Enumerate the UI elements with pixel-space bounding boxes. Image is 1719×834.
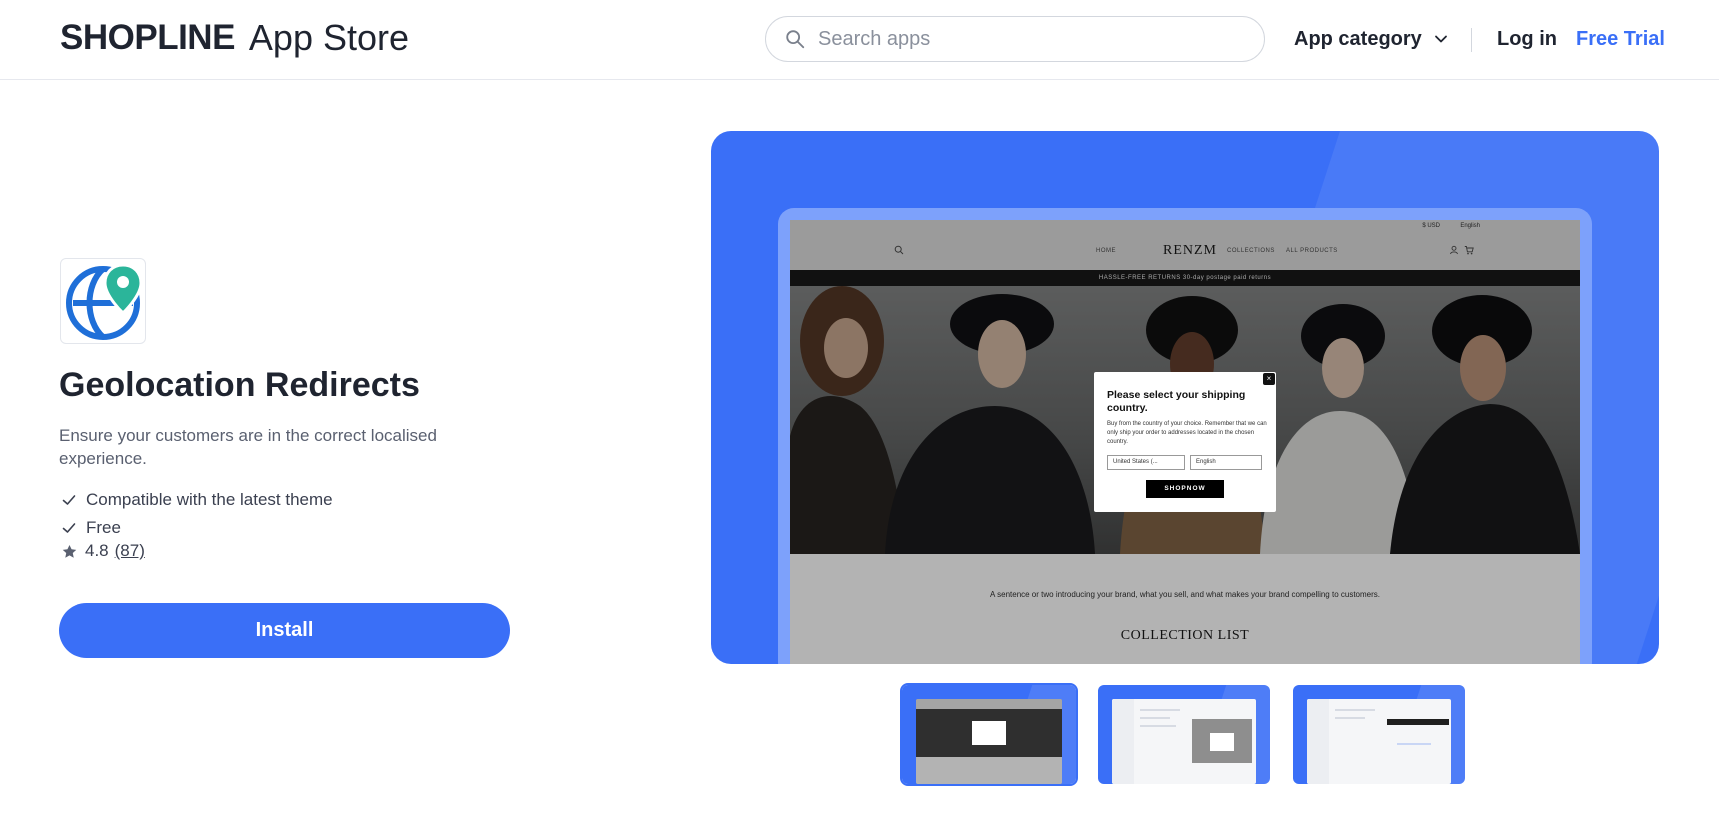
store-promo-bar: HASSLE-FREE RETURNS 30-day postage paid …: [790, 270, 1580, 286]
shop-now-button: SHOPNOW: [1146, 480, 1224, 498]
store-nav-home: HOME: [1096, 248, 1116, 254]
logo-app-store: App Store: [248, 17, 410, 58]
login-link[interactable]: Log in: [1497, 24, 1557, 54]
install-button[interactable]: Install: [59, 603, 510, 658]
modal-title: Please select your shipping country.: [1107, 389, 1246, 414]
feature-compatible: Compatible with the latest theme: [62, 490, 333, 510]
store-nav-all-products: ALL PRODUCTS: [1286, 248, 1338, 254]
chevron-down-icon: [1434, 35, 1447, 43]
store-nav-collections: COLLECTIONS: [1227, 248, 1275, 254]
feature-label: Free: [86, 518, 121, 537]
app-icon: [60, 258, 146, 344]
language-select: English: [1190, 455, 1262, 470]
store-body: [790, 554, 1580, 664]
feature-free: Free: [62, 518, 121, 538]
thumbnail-2[interactable]: [1098, 685, 1270, 784]
modal-text: Buy from the country of your choice. Rem…: [1107, 421, 1267, 445]
country-selector-modal: × Please select your shipping country. B…: [1094, 372, 1276, 512]
top-header: SHOPLINE App Store App category Log in F…: [0, 0, 1719, 80]
user-icon: [1450, 245, 1458, 255]
app-category-dropdown[interactable]: App category: [1294, 24, 1448, 54]
check-icon: [62, 523, 76, 533]
search-icon: [786, 30, 805, 49]
app-title: Geolocation Redirects: [59, 366, 420, 404]
thumbnail-preview: [916, 699, 1062, 784]
main-screenshot: $ USD English HOME RENZM COLLECTIONS ALL…: [711, 131, 1659, 664]
app-description: Ensure your customers are in the correct…: [59, 426, 437, 468]
store-header: $ USD English HOME RENZM COLLECTIONS ALL…: [790, 220, 1580, 270]
collection-heading: COLLECTION LIST: [1120, 628, 1250, 643]
thumbnail-preview: [1307, 699, 1451, 784]
check-icon: [62, 495, 76, 505]
store-tagline: A sentence or two introducing your brand…: [990, 590, 1380, 599]
store-language: English: [1460, 223, 1480, 229]
feature-label: Compatible with the latest theme: [86, 490, 333, 509]
thumbnail-3[interactable]: [1293, 685, 1465, 784]
store-currency: $ USD: [1422, 223, 1440, 229]
store-brand: RENZM: [1163, 243, 1217, 258]
store-preview: $ USD English HOME RENZM COLLECTIONS ALL…: [790, 220, 1580, 664]
star-icon: [62, 544, 77, 558]
header-divider: [1471, 28, 1472, 52]
search-icon: [894, 245, 904, 255]
free-trial-link[interactable]: Free Trial: [1576, 24, 1665, 54]
cart-icon: [1464, 246, 1474, 255]
search-input[interactable]: [818, 27, 1238, 51]
app-rating: 4.8 (87): [62, 541, 145, 561]
logo-brand: SHOPLINE: [60, 18, 235, 57]
thumbnail-1[interactable]: [900, 683, 1078, 786]
thumbnail-preview: [1112, 699, 1256, 784]
rating-value: 4.8: [85, 541, 109, 560]
close-icon: ×: [1263, 373, 1275, 385]
search-box[interactable]: [765, 16, 1265, 62]
review-count-link[interactable]: (87): [115, 541, 145, 561]
app-category-label: App category: [1294, 27, 1422, 50]
country-select: United States (...: [1107, 455, 1185, 470]
shopline-logo[interactable]: SHOPLINE App Store: [60, 16, 409, 60]
globe-pin-icon: [66, 263, 143, 340]
